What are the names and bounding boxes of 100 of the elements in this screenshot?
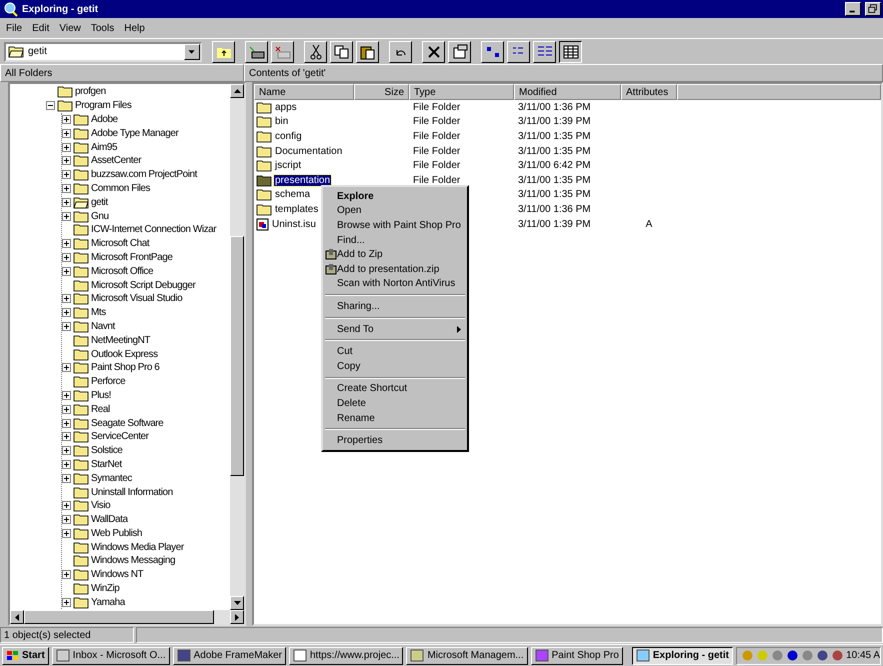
menu-item[interactable]: Scan with Norton AntiVirus: [325, 276, 465, 292]
folder-label[interactable]: Gnu: [91, 210, 109, 222]
expand-icon[interactable]: [62, 170, 71, 180]
menu-item[interactable]: Send To: [325, 322, 465, 336]
address-dropdown[interactable]: getit: [4, 42, 202, 62]
expand-icon[interactable]: [62, 212, 71, 221]
menu-item[interactable]: Create Shortcut: [325, 382, 465, 396]
expand-icon[interactable]: [62, 418, 71, 428]
folder-label[interactable]: Microsoft Script Debugger: [91, 280, 196, 291]
menu-item[interactable]: Open: [325, 204, 465, 218]
folder-label[interactable]: AssetCenter: [91, 155, 142, 166]
menu-item[interactable]: Properties: [325, 433, 465, 448]
restore-button[interactable]: [865, 2, 881, 16]
file-name[interactable]: Documentation: [274, 146, 344, 157]
start-button[interactable]: Start: [2, 646, 49, 664]
cut-button[interactable]: [304, 40, 327, 62]
expand-icon[interactable]: [62, 390, 71, 400]
properties-button[interactable]: [448, 40, 471, 62]
expand-icon[interactable]: [62, 252, 71, 262]
column-header[interactable]: Modified: [514, 84, 621, 100]
menu-item[interactable]: File: [6, 22, 22, 34]
details-view-button[interactable]: [559, 40, 582, 62]
folder-label[interactable]: Real: [91, 404, 110, 415]
paste-button[interactable]: [356, 40, 379, 62]
folder-label[interactable]: Uninstall Information: [91, 486, 173, 498]
folder-label[interactable]: profgen: [75, 86, 106, 98]
menu-item[interactable]: Edit: [32, 22, 50, 34]
folder-label[interactable]: Navnt: [91, 320, 115, 332]
folder-label[interactable]: StarNet: [91, 458, 122, 470]
expand-icon[interactable]: [62, 474, 71, 483]
folder-label[interactable]: Yamaha: [91, 596, 125, 608]
folder-label[interactable]: Web Publish: [91, 528, 142, 539]
file-name[interactable]: bin: [274, 116, 290, 128]
taskbar-button[interactable]: Microsoft Managem...: [406, 646, 528, 664]
folder-label[interactable]: ServiceCenter: [91, 431, 149, 442]
folder-label[interactable]: Visio: [91, 500, 110, 512]
column-header[interactable]: Name: [254, 84, 354, 100]
expand-icon[interactable]: [62, 266, 71, 276]
menu-item[interactable]: Add to Zip: [325, 247, 465, 262]
menu-item[interactable]: Tools: [90, 22, 114, 34]
tray-icon[interactable]: [831, 649, 844, 662]
expand-icon[interactable]: [62, 460, 71, 469]
folder-label[interactable]: Solstice: [91, 445, 122, 456]
folder-label[interactable]: Windows Media Player: [91, 542, 184, 553]
folder-label[interactable]: Symantec: [91, 472, 132, 484]
folder-label[interactable]: Adobe Type Manager: [91, 128, 178, 139]
expand-icon[interactable]: [62, 294, 71, 304]
taskbar-button[interactable]: Adobe FrameMaker: [172, 646, 286, 664]
expand-icon[interactable]: [62, 239, 71, 248]
menu-item[interactable]: Explore: [325, 189, 465, 204]
folder-label[interactable]: Microsoft FrontPage: [91, 252, 172, 263]
tray-icon[interactable]: [786, 649, 800, 662]
menu-item[interactable]: Delete: [325, 396, 465, 411]
folder-label[interactable]: NetMeetingNT: [91, 334, 150, 346]
scroll-thumb[interactable]: [230, 236, 244, 476]
minimize-button[interactable]: [845, 2, 861, 16]
file-name[interactable]: config: [274, 130, 303, 142]
collapse-icon[interactable]: [46, 101, 55, 110]
folder-label[interactable]: Windows NT: [91, 569, 144, 580]
large-icons-button[interactable]: [481, 40, 504, 62]
folder-label[interactable]: Mts: [91, 307, 106, 318]
taskbar-button[interactable]: https://www.projec...: [288, 646, 404, 664]
expand-icon[interactable]: [62, 432, 71, 442]
folder-label[interactable]: Plus!: [91, 390, 111, 401]
folder-label[interactable]: WallData: [91, 514, 128, 526]
folder-label[interactable]: Microsoft Chat: [91, 238, 150, 250]
scroll-thumb[interactable]: [24, 610, 214, 624]
expand-icon[interactable]: [62, 128, 71, 138]
taskbar-button[interactable]: Exploring - getit: [632, 646, 733, 664]
folder-label[interactable]: getit: [91, 196, 108, 208]
expand-icon[interactable]: [62, 156, 71, 166]
expand-icon[interactable]: [62, 198, 71, 207]
disconnect-drive-button[interactable]: [271, 40, 294, 62]
copy-button[interactable]: [330, 40, 353, 62]
expand-icon[interactable]: [62, 308, 71, 318]
expand-icon[interactable]: [62, 404, 71, 414]
file-name[interactable]: schema: [274, 189, 312, 200]
folder-label[interactable]: Microsoft Office: [91, 266, 154, 277]
menu-item[interactable]: Copy: [325, 358, 465, 374]
menu-item[interactable]: Find...: [325, 232, 465, 248]
scroll-right-button[interactable]: [230, 610, 244, 624]
folder-label[interactable]: Perforce: [91, 376, 126, 388]
column-header[interactable]: Type: [409, 84, 514, 100]
file-name[interactable]: jscript: [274, 160, 302, 172]
expand-icon[interactable]: [62, 142, 71, 152]
folder-label[interactable]: Microsoft Visual Studio: [91, 293, 182, 304]
expand-icon[interactable]: [62, 570, 71, 580]
scroll-left-button[interactable]: [10, 610, 24, 624]
menu-item[interactable]: Sharing...: [325, 299, 465, 314]
folder-label[interactable]: Program Files: [75, 100, 132, 112]
folder-label[interactable]: Aim95: [91, 142, 118, 153]
expand-icon[interactable]: [62, 501, 71, 510]
horizontal-scrollbar[interactable]: [10, 610, 244, 624]
menu-item[interactable]: View: [59, 22, 81, 34]
file-name[interactable]: apps: [274, 102, 298, 113]
expand-icon[interactable]: [62, 114, 71, 124]
menu-item[interactable]: Add to presentation.zip: [325, 262, 465, 277]
taskbar-button[interactable]: Paint Shop Pro: [530, 646, 623, 664]
expand-icon[interactable]: [62, 446, 71, 456]
file-name[interactable]: presentation: [274, 174, 332, 186]
